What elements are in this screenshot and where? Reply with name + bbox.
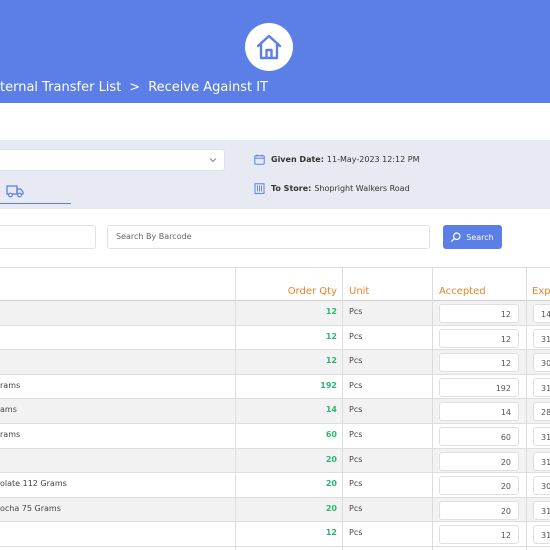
- calendar-icon: [254, 154, 265, 165]
- table-row[interactable]: 20 Pcs 20 31: [0, 448, 550, 474]
- unit: Pcs: [349, 356, 363, 366]
- search-button-label: Search: [466, 232, 494, 242]
- home-icon: [256, 34, 282, 60]
- order-qty: 12: [325, 356, 337, 366]
- table-body: 12 Pcs 12 14 12 Pcs 12 31 12 Pcs 12 30 rams 192 Pcs 192…: [0, 301, 550, 547]
- table-row[interactable]: rams 192 Pcs 192 31: [0, 374, 550, 400]
- table-row[interactable]: olate 112 Grams 20 Pcs 20 30: [0, 473, 550, 498]
- accepted-qty-input[interactable]: 20: [439, 500, 519, 520]
- chevron-down-icon: [209, 158, 217, 163]
- column-divider: [526, 267, 527, 550]
- order-qty: 20: [325, 479, 337, 489]
- breadcrumb-separator: >: [129, 79, 141, 95]
- page: ternal Transfer List > Receive Against I…: [0, 0, 550, 550]
- table-row[interactable]: 12 Pcs 12 30: [0, 350, 550, 375]
- order-qty: 14: [325, 405, 337, 415]
- order-qty: 20: [325, 503, 337, 513]
- item-name: rams: [0, 429, 21, 439]
- column-order-qty: Order Qty: [287, 286, 337, 297]
- accepted-qty-input[interactable]: 20: [439, 476, 519, 496]
- order-qty: 60: [325, 429, 337, 439]
- breadcrumb-parent-link[interactable]: ternal Transfer List: [0, 80, 121, 95]
- column-divider: [432, 267, 433, 550]
- barcode-search-input[interactable]: Search By Barcode: [107, 225, 430, 249]
- table-row[interactable]: rams 60 Pcs 60 31: [0, 423, 550, 449]
- given-date-row: Given Date: 11-May-2023 12:12 PM: [254, 152, 420, 166]
- search-input[interactable]: [0, 225, 96, 249]
- given-date-label: Given Date:: [271, 154, 324, 164]
- order-qty: 12: [325, 331, 337, 341]
- expiry-date-input[interactable]: 31: [533, 525, 550, 545]
- home-button[interactable]: [245, 23, 293, 71]
- top-header: ternal Transfer List > Receive Against I…: [0, 0, 550, 103]
- unit: Pcs: [349, 479, 363, 489]
- expiry-date-input[interactable]: 31: [533, 426, 550, 446]
- column-divider: [235, 267, 236, 550]
- unit: Pcs: [349, 429, 363, 439]
- expiry-date-input[interactable]: 30: [533, 476, 550, 496]
- item-name: ams: [0, 405, 17, 415]
- table-row[interactable]: 12 Pcs 12 31: [0, 522, 550, 547]
- items-table: Order Qty Unit Accepted Expi 12Pcs121412…: [0, 267, 550, 550]
- column-accepted: Accepted: [439, 286, 486, 297]
- accepted-qty-input[interactable]: 192: [439, 377, 519, 397]
- unit: Pcs: [349, 503, 363, 513]
- expiry-date-input[interactable]: 30: [533, 353, 550, 373]
- truck-icon: [6, 185, 24, 198]
- expiry-date-input[interactable]: 31: [533, 451, 550, 471]
- accepted-qty-input[interactable]: 14: [439, 402, 519, 422]
- column-unit: Unit: [349, 286, 370, 297]
- accepted-qty-input[interactable]: 12: [439, 525, 519, 545]
- search-icon: [451, 232, 461, 242]
- given-date-value: 11-May-2023 12:12 PM: [326, 154, 420, 164]
- unit: Pcs: [349, 307, 363, 316]
- order-qty: 12: [325, 307, 337, 316]
- expiry-date-input[interactable]: 14: [533, 304, 550, 323]
- expiry-date-input[interactable]: 31: [533, 500, 550, 520]
- item-name: olate 112 Grams: [0, 479, 67, 489]
- to-store-row: To Store: Shopright Walkers Road: [254, 181, 410, 195]
- order-qty: 12: [325, 528, 337, 538]
- filter-panel: Given Date: 11-May-2023 12:12 PM To Stor…: [0, 140, 550, 209]
- column-expiry: Expi: [532, 286, 550, 297]
- unit: Pcs: [349, 331, 363, 341]
- expiry-date-input[interactable]: 28: [533, 402, 550, 422]
- building-icon: [254, 182, 265, 194]
- expiry-date-input[interactable]: 31: [533, 377, 550, 397]
- table-row[interactable]: ams 14 Pcs 14 28: [0, 399, 550, 424]
- accepted-qty-input[interactable]: 60: [439, 426, 519, 446]
- table-row[interactable]: ocha 75 Grams 20 Pcs 20 31: [0, 497, 550, 523]
- to-store-label: To Store:: [271, 183, 312, 193]
- table-header: Order Qty Unit Accepted Expi: [0, 267, 550, 301]
- item-name: rams: [0, 380, 21, 390]
- search-button[interactable]: Search: [443, 225, 502, 249]
- accepted-qty-input[interactable]: 20: [439, 451, 519, 471]
- unit: Pcs: [349, 380, 363, 390]
- transfer-select[interactable]: [0, 149, 225, 171]
- breadcrumb: ternal Transfer List > Receive Against I…: [0, 78, 268, 96]
- item-name: ocha 75 Grams: [0, 503, 61, 513]
- table-row[interactable]: 12 Pcs 12 31: [0, 325, 550, 351]
- order-qty: 192: [320, 380, 337, 390]
- expiry-date-input[interactable]: 31: [533, 328, 550, 348]
- unit: Pcs: [349, 405, 363, 415]
- unit: Pcs: [349, 528, 363, 538]
- accepted-qty-input[interactable]: 12: [439, 353, 519, 373]
- breadcrumb-current: Receive Against IT: [148, 79, 268, 95]
- accepted-qty-input[interactable]: 12: [439, 304, 519, 323]
- column-divider: [342, 267, 343, 550]
- tab-transfer[interactable]: [0, 181, 71, 204]
- accepted-qty-input[interactable]: 12: [439, 328, 519, 348]
- to-store-value: Shopright Walkers Road: [314, 183, 410, 193]
- order-qty: 20: [325, 454, 337, 464]
- table-row[interactable]: 12 Pcs 12 14: [0, 301, 550, 326]
- unit: Pcs: [349, 454, 363, 464]
